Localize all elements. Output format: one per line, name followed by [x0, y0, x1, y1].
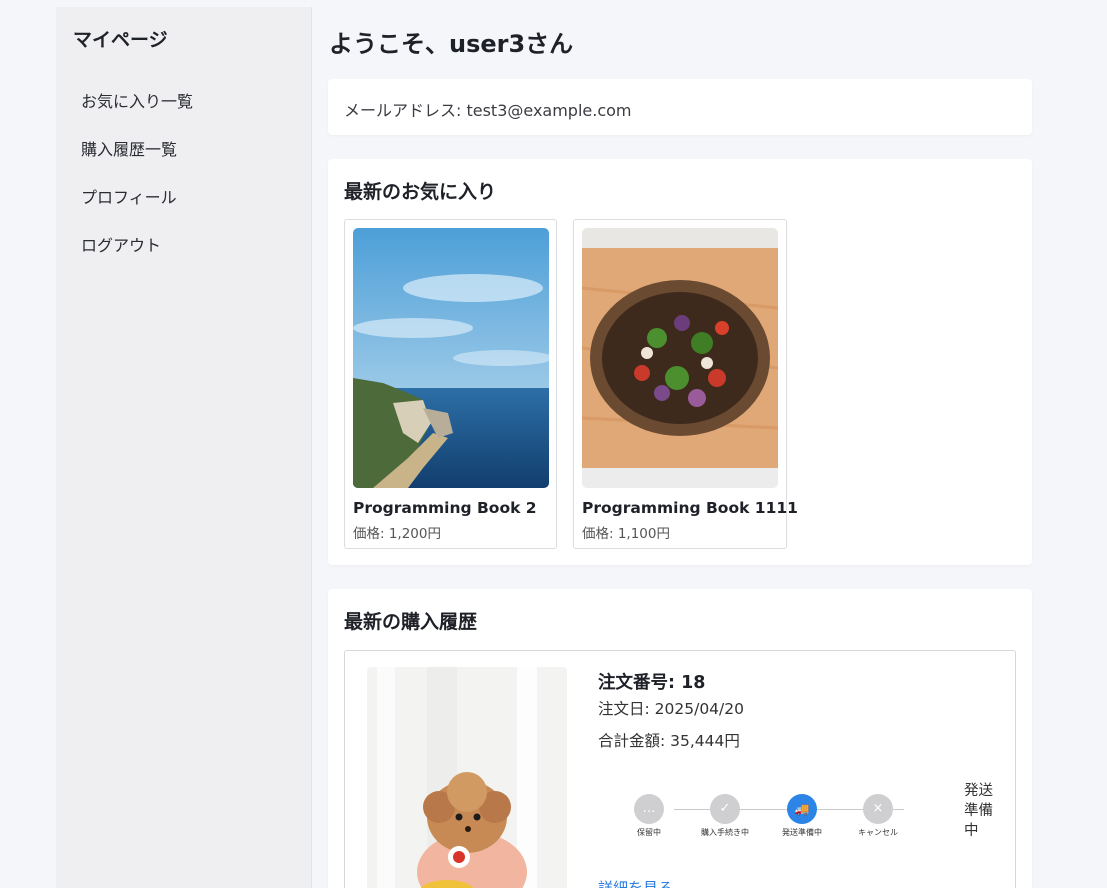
step-label: 発送準備中 — [782, 828, 822, 837]
step-preparing-shipment: 🚚 発送準備中 — [762, 794, 842, 838]
email-line: メールアドレス: test3@example.com — [344, 101, 632, 120]
check-icon: ✓ — [710, 794, 740, 824]
truck-icon: 🚚 — [787, 794, 817, 824]
favorites-title: 最新のお気に入り — [344, 181, 497, 203]
favorites-section: 最新のお気に入り Programming Book 2 価格: 1,200円 P… — [328, 159, 1032, 565]
product-image — [353, 228, 549, 488]
product-name: Programming Book 1111 — [582, 499, 798, 517]
step-cancel: × キャンセル — [838, 794, 918, 838]
ellipsis-icon: … — [634, 794, 664, 824]
order-card: 注文番号: 18 注文日: 2025/04/20 合計金額: 35,444円 …… — [344, 650, 1016, 888]
step-label: キャンセル — [858, 828, 898, 837]
product-price: 価格: 1,200円 — [353, 526, 441, 542]
sidebar-item-profile[interactable]: プロフィール — [81, 187, 193, 235]
sidebar-item-purchase-history[interactable]: 購入履歴一覧 — [81, 139, 193, 187]
step-label: 購入手続き中 — [701, 828, 749, 837]
order-date: 注文日: 2025/04/20 — [598, 700, 744, 718]
page-title: ようこそ、user3さん — [329, 30, 574, 58]
order-image — [367, 667, 567, 888]
order-status: 発送準備中 — [964, 783, 993, 839]
product-name: Programming Book 2 — [353, 499, 537, 517]
sidebar-item-favorites[interactable]: お気に入り一覧 — [81, 91, 193, 139]
order-total: 合計金額: 35,444円 — [598, 732, 740, 750]
email-card: メールアドレス: test3@example.com — [328, 79, 1032, 135]
product-image — [582, 228, 778, 488]
step-label: 保留中 — [637, 828, 661, 837]
sidebar-item-logout[interactable]: ログアウト — [81, 235, 193, 283]
orders-section: 最新の購入履歴 注文番号: 18 注文日: 2025/04/20 合計金額: 3… — [328, 589, 1032, 888]
step-purchasing: ✓ 購入手続き中 — [685, 794, 765, 838]
favorite-item[interactable]: Programming Book 1111 価格: 1,100円 — [573, 219, 798, 549]
orders-title: 最新の購入履歴 — [344, 611, 478, 633]
sidebar-title: マイページ — [73, 29, 168, 51]
sidebar: マイページ お気に入り一覧 購入履歴一覧 プロフィール ログアウト — [56, 7, 312, 888]
favorite-item[interactable]: Programming Book 2 価格: 1,200円 — [344, 219, 557, 549]
order-progress: … 保留中 ✓ 購入手続き中 🚚 発送準備中 × キャンセル — [598, 786, 928, 846]
close-icon: × — [863, 794, 893, 824]
step-pending: … 保留中 — [609, 794, 689, 838]
product-price: 価格: 1,100円 — [582, 526, 670, 542]
sidebar-nav: お気に入り一覧 購入履歴一覧 プロフィール ログアウト — [81, 91, 193, 283]
view-details-link[interactable]: 詳細を見る — [598, 877, 673, 888]
order-number: 注文番号: 18 — [598, 673, 706, 693]
